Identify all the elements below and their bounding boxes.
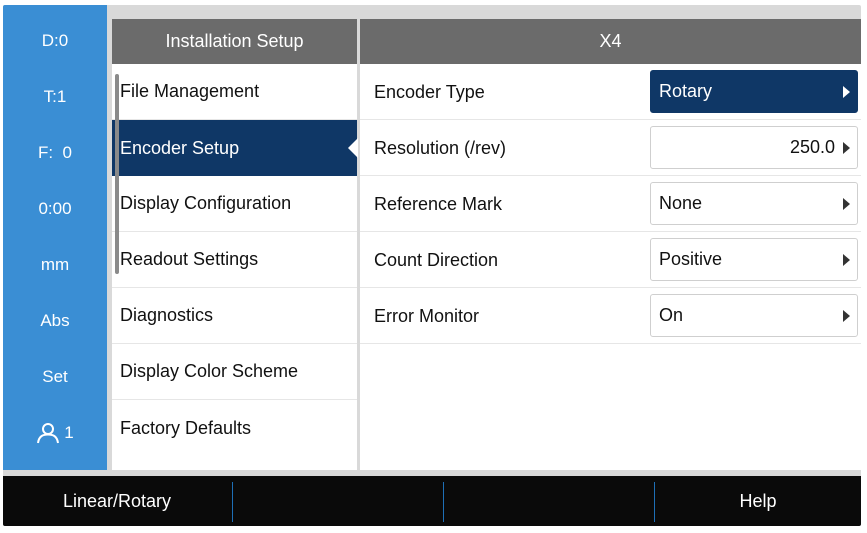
dro-screen: D:0 T:1 F: 0 0:00 mm Abs Set 1 Installat… [3,5,861,526]
menu-title: Installation Setup [112,19,357,64]
parameter-panel: Encoder Type Rotary Resolution (/rev) 25… [360,64,861,470]
softkey-2[interactable] [233,480,442,522]
param-value: 250.0 [789,137,835,157]
menu-item-display-configuration[interactable]: Display Configuration [112,176,357,232]
count-direction-select[interactable]: Positive [650,238,858,281]
param-label: Resolution (/rev) [374,137,507,158]
softkey-bar: Linear/Rotary Help [3,476,861,526]
menu-item-display-color-scheme[interactable]: Display Color Scheme [112,344,357,400]
status-bar: D:0 T:1 F: 0 0:00 mm Abs Set 1 [3,5,107,470]
chevron-right-icon [843,86,850,98]
status-set[interactable]: Set [3,349,107,405]
status-feedrate[interactable]: F: 0 [3,125,107,181]
param-label: Reference Mark [374,193,503,214]
menu-item-label: Display Color Scheme [120,361,299,381]
menu-item-label: Readout Settings [120,249,259,269]
param-row-reference-mark: Reference Mark None [360,176,861,232]
param-row-error-monitor: Error Monitor On [360,288,861,344]
status-datum[interactable]: D:0 [3,13,107,69]
status-tool[interactable]: T:1 [3,69,107,125]
softkey-help[interactable]: Help [655,480,861,522]
selection-pointer [348,138,358,158]
menu-item-factory-defaults[interactable]: Factory Defaults [112,400,357,456]
param-label: Count Direction [374,249,499,270]
chevron-right-icon [843,198,850,210]
panel-title: X4 [360,19,861,64]
status-unit[interactable]: mm [3,237,107,293]
menu-item-label: File Management [120,81,260,101]
param-value: On [659,305,684,325]
menu-item-readout-settings[interactable]: Readout Settings [112,232,357,288]
resolution-field[interactable]: 250.0 [650,126,858,169]
menu-item-label: Display Configuration [120,193,292,213]
menu-item-file-management[interactable]: File Management [112,64,357,120]
user-number: 1 [64,423,74,442]
param-label: Encoder Type [374,81,485,102]
chevron-right-icon [843,310,850,322]
menu-item-label: Diagnostics [120,305,214,325]
menu-item-label: Encoder Setup [120,137,240,158]
status-abs[interactable]: Abs [3,293,107,349]
menu-item-encoder-setup[interactable]: Encoder Setup [112,120,358,176]
param-row-encoder-type: Encoder Type Rotary [360,64,861,120]
softkey-linear-rotary[interactable]: Linear/Rotary [3,480,231,522]
encoder-type-select[interactable]: Rotary [650,70,858,113]
param-value: None [659,193,703,213]
menu-item-diagnostics[interactable]: Diagnostics [112,288,357,344]
reference-mark-select[interactable]: None [650,182,858,225]
softkey-3[interactable] [444,480,653,522]
setup-menu: File Management Encoder Setup Display Co… [112,64,358,470]
param-row-resolution: Resolution (/rev) 250.0 [360,120,861,176]
user-icon [36,422,60,444]
param-row-count-direction: Count Direction Positive [360,232,861,288]
param-value: Rotary [659,81,713,101]
menu-item-label: Factory Defaults [120,417,252,438]
error-monitor-select[interactable]: On [650,294,858,337]
status-user[interactable]: 1 [3,405,107,461]
menu-scrollbar[interactable] [115,74,119,274]
chevron-right-icon [843,142,850,154]
chevron-right-icon [843,254,850,266]
param-value: Positive [659,249,723,269]
status-stopwatch[interactable]: 0:00 [3,181,107,237]
param-label: Error Monitor [374,305,480,326]
